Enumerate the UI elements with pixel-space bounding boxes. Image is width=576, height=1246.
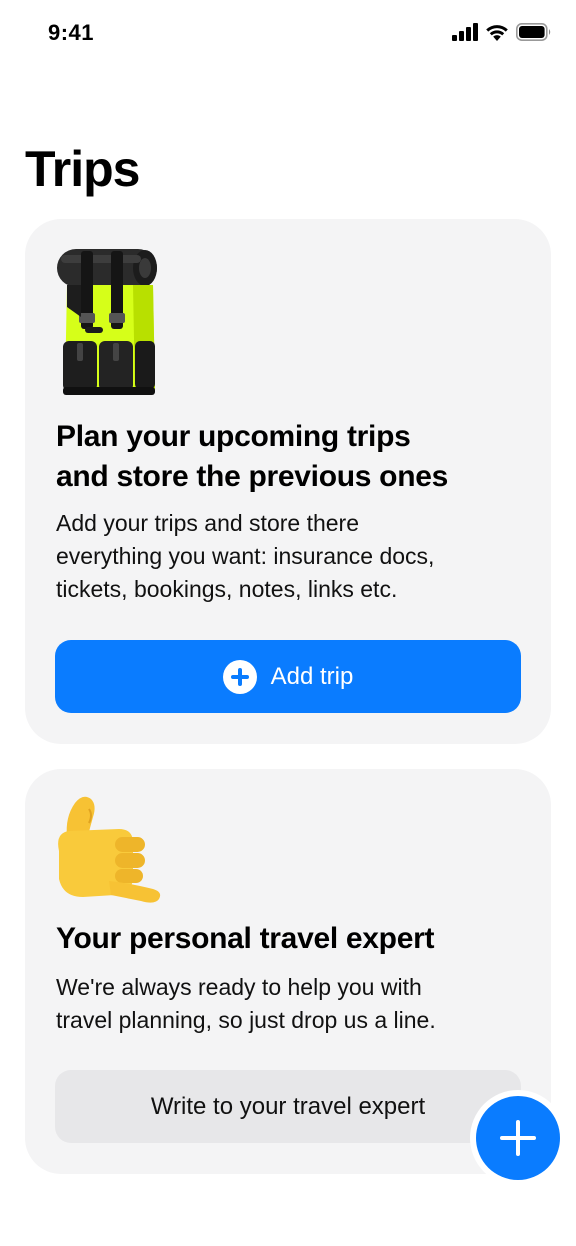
travel-expert-description: We're always ready to help you with trav… xyxy=(56,971,526,1037)
plan-trips-description-line-3: tickets, bookings, notes, links etc. xyxy=(56,576,398,602)
call-me-hand-icon xyxy=(58,796,161,903)
plan-trips-description-line-2: everything you want: insurance docs, xyxy=(56,543,435,569)
plan-trips-heading: Plan your upcoming trips and store the p… xyxy=(56,417,448,497)
travel-expert-heading: Your personal travel expert xyxy=(56,922,435,955)
status-icons xyxy=(452,23,552,41)
write-to-expert-button-label: Write to your travel expert xyxy=(150,1092,426,1120)
plan-trips-heading-line-2: and store the previous ones xyxy=(56,460,448,493)
plan-trips-heading-line-1: Plan your upcoming trips xyxy=(56,420,411,453)
battery-icon xyxy=(516,23,551,41)
plus-circle-icon xyxy=(222,659,257,694)
travel-expert-description-line-2: travel planning, so just drop us a line. xyxy=(56,1007,436,1033)
add-plus-icon[interactable] xyxy=(476,1096,560,1180)
backpack-icon xyxy=(57,249,157,395)
status-bar: 9:41 xyxy=(0,0,576,70)
plan-trips-card: Plan your upcoming trips and store the p… xyxy=(25,219,551,744)
cellular-signal-icon xyxy=(452,23,478,41)
status-time: 9:41 xyxy=(48,20,95,45)
add-trip-button[interactable]: Add trip xyxy=(55,640,521,713)
travel-expert-description-line-1: We're always ready to help you with xyxy=(56,974,422,1000)
write-to-expert-button[interactable]: Write to your travel expert xyxy=(55,1070,521,1143)
page-title: Trips xyxy=(25,141,140,197)
wifi-icon xyxy=(486,25,508,41)
plan-trips-description-line-1: Add your trips and store there xyxy=(56,510,359,536)
add-trip-button-label: Add trip xyxy=(270,662,354,690)
plan-trips-description: Add your trips and store there everythin… xyxy=(56,507,526,606)
travel-expert-card: Your personal travel expert We're always… xyxy=(25,769,551,1174)
